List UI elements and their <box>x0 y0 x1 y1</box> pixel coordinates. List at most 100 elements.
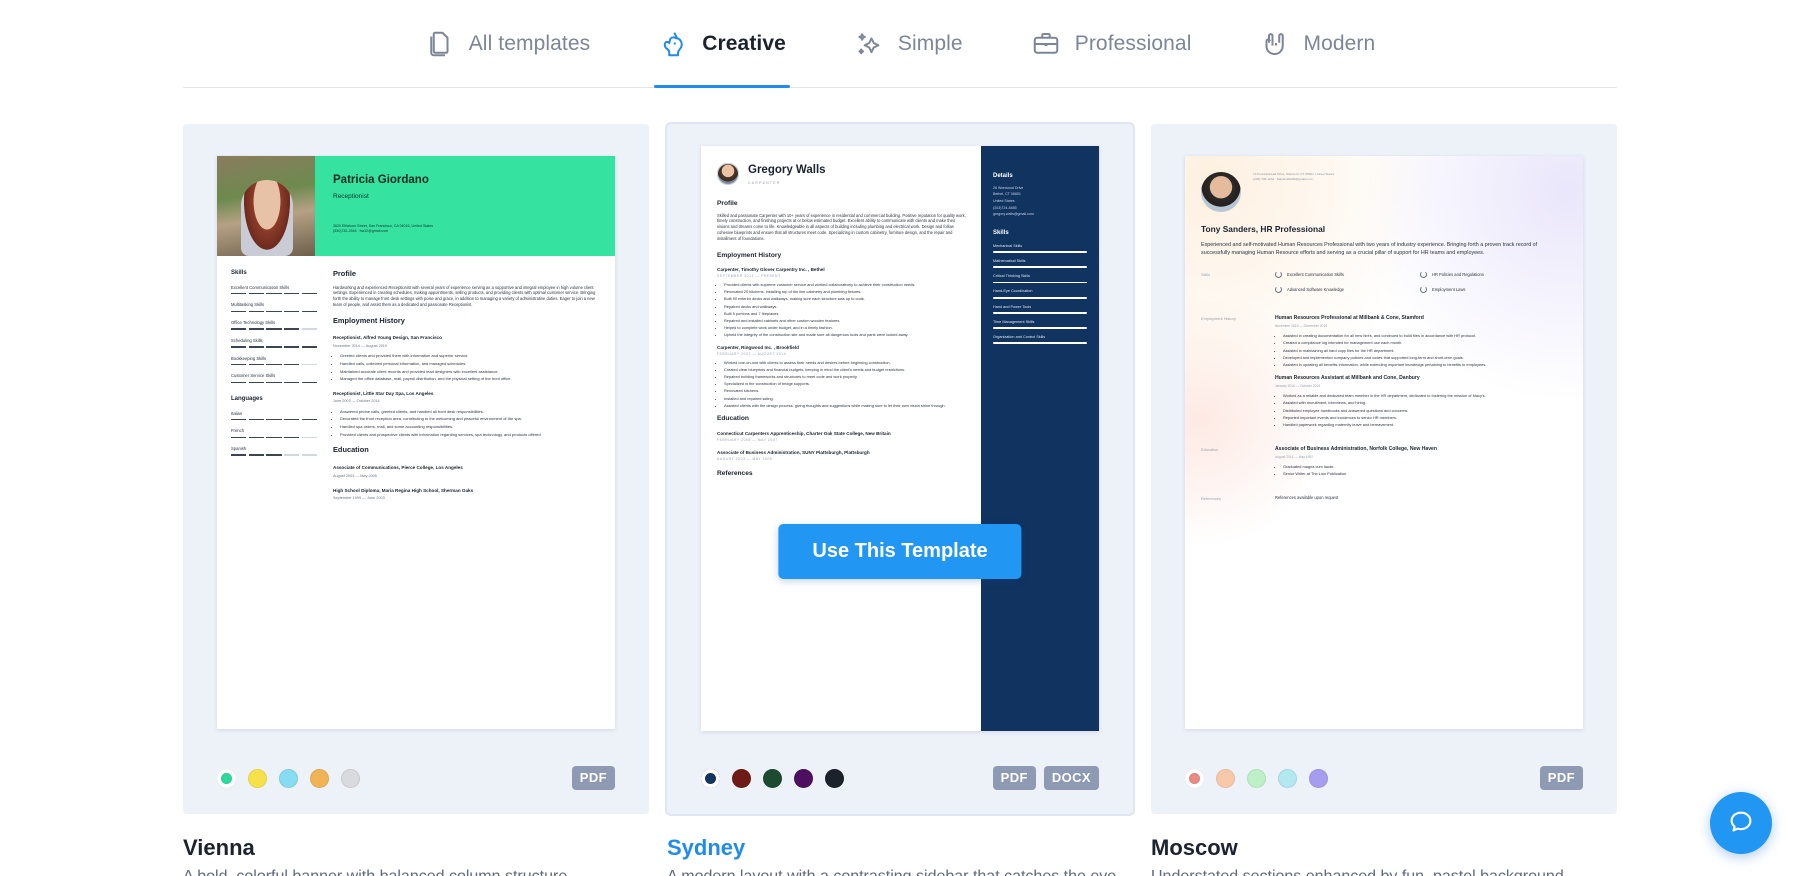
profile-text: Hardworking and experienced Receptionist… <box>333 284 596 307</box>
tab-creative[interactable]: Creative <box>654 0 790 88</box>
skill-bar <box>993 251 1087 254</box>
skill-label: Customer Service Skills <box>231 373 276 379</box>
skill-item: HR Policies and Regulations <box>1420 271 1565 279</box>
template-name: Sydney <box>667 835 746 860</box>
details-heading: Details <box>993 173 1013 179</box>
color-swatch[interactable] <box>341 768 360 788</box>
skill-label: Hand-Eye Coordination <box>993 289 1033 294</box>
color-swatch[interactable] <box>763 768 782 788</box>
bullet: Reported important events and incidences… <box>1283 415 1565 421</box>
language-rating <box>231 418 318 421</box>
color-swatch[interactable] <box>1247 768 1266 788</box>
color-swatch[interactable] <box>794 768 813 788</box>
resume-banner: Patricia Giordano Receptionist 3620 Elfl… <box>217 156 615 256</box>
section-label: Skills <box>1201 272 1211 278</box>
color-swatch[interactable] <box>1278 768 1297 788</box>
job-date: SEPTEMBER 2014 — PRESENT <box>717 274 781 279</box>
resume-phone: (530)732-2544 <box>333 229 357 234</box>
skill-label: Hand and Power Tools <box>993 304 1032 309</box>
color-swatch[interactable] <box>1185 768 1204 788</box>
format-badge-pdf[interactable]: PDF <box>992 766 1036 790</box>
detail-line: Bethel, CT 06801 <box>993 192 1021 197</box>
format-badge-pdf[interactable]: PDF <box>571 766 615 790</box>
job-date: November 2019 — December 2019 <box>1275 324 1328 329</box>
tab-professional[interactable]: Professional <box>1027 0 1196 88</box>
bullet: Upheld the integrity of the construction… <box>724 332 967 338</box>
template-card-moscow[interactable]: 74 Fountainhead Drive, Stamford, CT 0690… <box>1151 124 1617 876</box>
bullet: Maintained accurate client records and p… <box>340 369 597 375</box>
bullet: Assisted in updating all benefits inform… <box>1283 362 1565 368</box>
section-label: Employment History <box>1201 316 1236 322</box>
color-swatch[interactable] <box>701 768 720 788</box>
tab-simple[interactable]: Simple <box>850 0 967 88</box>
resume-main: Gregory Walls CARPENTER Profile Skilled … <box>701 146 981 731</box>
resume-name: Gregory Walls <box>748 164 826 176</box>
category-tab-bar: All templates Creative Simple Profession… <box>0 0 1800 88</box>
color-swatch[interactable] <box>825 768 844 788</box>
education-title: Associate of Communications, Pierce Coll… <box>333 464 463 470</box>
detail-line: 26 Wonwood Drive <box>993 185 1024 190</box>
template-preview[interactable]: 74 Fountainhead Drive, Stamford, CT 0690… <box>1151 124 1617 814</box>
detail-line: gregory.walls@gmail.com <box>993 212 1034 217</box>
resume-sidebar: Details 26 Wonwood Drive Bethel, CT 0680… <box>981 146 1099 731</box>
resume-summary: Experienced and self-motivated Human Res… <box>1201 241 1538 257</box>
section-label: Education <box>1201 446 1219 452</box>
chat-support-button[interactable] <box>1710 792 1772 854</box>
education-title: Connecticut Carpenters Apprenticeship, C… <box>717 430 891 436</box>
skill-label: Advanced Software Knowledge <box>1287 286 1344 292</box>
bullet: Developed and implemented company polici… <box>1283 355 1565 361</box>
bullet: Assisted clients with the design process… <box>724 403 967 409</box>
skill-bar <box>993 342 1087 345</box>
bullet: Worked as a reliable and dedicated team … <box>1283 393 1565 399</box>
template-preview[interactable]: Gregory Walls CARPENTER Profile Skilled … <box>665 122 1135 816</box>
bullet: Senior Writer at The Lion Publication. <box>1283 471 1565 477</box>
avatar <box>717 163 739 186</box>
skill-item: Advanced Software Knowledge <box>1275 286 1420 294</box>
bullet: Provided clients with supreme customer s… <box>724 282 967 288</box>
languages-heading: Languages <box>231 396 263 403</box>
skills-list: Excellent Communication Skills HR Polici… <box>1275 271 1565 301</box>
color-swatch[interactable] <box>1216 768 1235 788</box>
job-title: Human Resources Assistant at Millbank an… <box>1275 374 1420 381</box>
resume-email: hw12@gmail.com <box>359 229 389 234</box>
template-grid: Patricia Giordano Receptionist 3620 Elfl… <box>0 122 1800 876</box>
tab-modern[interactable]: Modern <box>1255 0 1379 88</box>
skill-rating <box>231 292 318 295</box>
color-swatch[interactable] <box>217 768 236 788</box>
bullet: Renovated 20 kitchens, installing top of… <box>724 289 967 295</box>
education-title: High School Diploma, Maria Regina High S… <box>333 487 474 493</box>
color-swatch[interactable] <box>1309 768 1328 788</box>
tab-all-templates[interactable]: All templates <box>421 0 595 88</box>
resume-email: Sanders0203@gmail.com <box>1276 177 1313 182</box>
template-card-sydney[interactable]: Gregory Walls CARPENTER Profile Skilled … <box>665 122 1135 876</box>
format-badges: PDF <box>571 766 615 790</box>
resume-role: Receptionist <box>333 193 369 201</box>
employment-list: Human Resources Professional at Millbank… <box>1275 315 1565 432</box>
education-date: AUGUST 2003 — MAY 2005 <box>717 457 773 462</box>
bullet: Renovated kitchens. <box>724 388 967 394</box>
bullet: Specialized in the construction of bridg… <box>724 381 967 387</box>
color-swatch[interactable] <box>248 768 267 788</box>
color-swatch[interactable] <box>279 768 298 788</box>
bullet: Handled spa orders, mail, and some accou… <box>340 424 597 430</box>
job-bullets: Assisted in creating documentation for a… <box>1283 333 1565 368</box>
resume-header: Gregory Walls CARPENTER <box>717 162 967 186</box>
skills-section: Skills Excellent Communication Skills HR… <box>1185 271 1583 301</box>
format-badge-pdf[interactable]: PDF <box>1539 766 1583 790</box>
skill-label: Critical Thinking Skills <box>993 274 1030 279</box>
section-label: References <box>1201 495 1221 501</box>
color-swatch[interactable] <box>310 768 329 788</box>
resume-header: 74 Fountainhead Drive, Stamford, CT 0690… <box>1185 156 1583 212</box>
skill-item: Employment Laws <box>1420 286 1565 294</box>
color-swatch-row: PDF <box>1185 766 1583 790</box>
template-card-vienna[interactable]: Patricia Giordano Receptionist 3620 Elfl… <box>183 124 649 876</box>
template-preview[interactable]: Patricia Giordano Receptionist 3620 Elfl… <box>183 124 649 814</box>
color-swatch[interactable] <box>732 768 751 788</box>
color-swatch-row: PDF DOCX <box>701 766 1099 790</box>
skill-label: Office Technology Skills <box>231 320 276 326</box>
profile-heading: Profile <box>717 200 738 208</box>
bullet: Assisted in maintaining all hard copy fi… <box>1283 348 1565 354</box>
education-bullets: Graduated magna cum laude. Senior Writer… <box>1283 464 1565 477</box>
use-this-template-button[interactable]: Use This Template <box>778 524 1022 579</box>
format-badge-docx[interactable]: DOCX <box>1043 766 1099 790</box>
